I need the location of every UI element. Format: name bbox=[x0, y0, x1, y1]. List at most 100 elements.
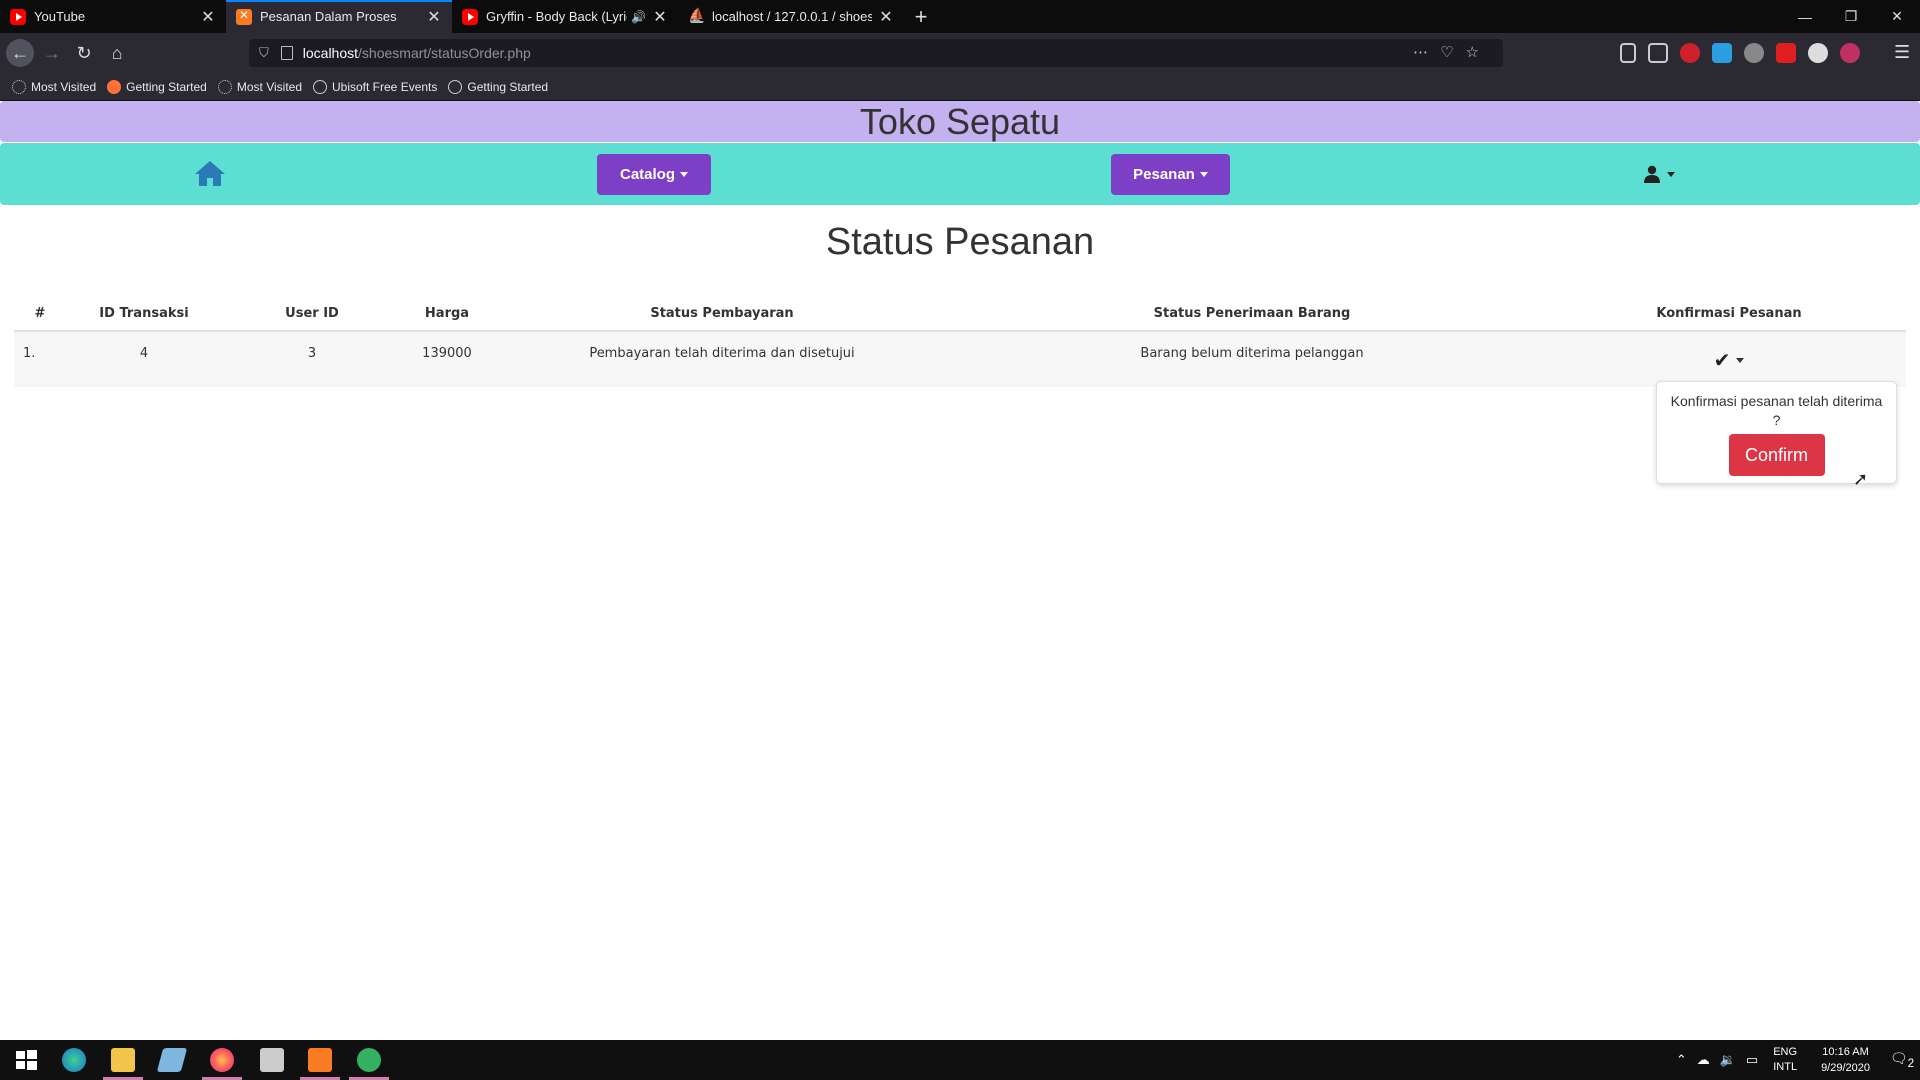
tab-pesanan-dalam-proses[interactable]: Pesanan Dalam Proses ✕ bbox=[226, 0, 452, 33]
bookmark-most-visited[interactable]: Most Visited bbox=[12, 79, 96, 94]
close-icon[interactable]: ✕ bbox=[426, 7, 442, 27]
orders-table: # ID Transaksi User ID Harga Status Pemb… bbox=[14, 297, 1906, 387]
site-navbar: Catalog Pesanan bbox=[0, 143, 1920, 205]
more-icon[interactable]: ⋯ bbox=[1413, 44, 1440, 61]
globe-icon bbox=[448, 79, 463, 94]
bookmark-star-icon[interactable]: ☆ bbox=[1466, 44, 1491, 61]
shield-icon[interactable]: ⛉ bbox=[259, 45, 269, 61]
firefox-icon bbox=[107, 79, 122, 94]
tab-youtube[interactable]: YouTube ✕ bbox=[0, 0, 226, 33]
media-icon[interactable] bbox=[260, 1048, 284, 1072]
extension-person-icon[interactable] bbox=[1808, 43, 1828, 63]
table-row: 1. 4 3 139000 Pembayaran telah diterima … bbox=[14, 331, 1906, 387]
menu-icon[interactable]: ☰ bbox=[1894, 43, 1914, 63]
chevron-up-icon[interactable]: ⌃ bbox=[1676, 1052, 1687, 1068]
notification-icon[interactable]: 🗨2 bbox=[1884, 1050, 1920, 1070]
gear-icon bbox=[12, 79, 26, 94]
caret-down-icon bbox=[1199, 172, 1208, 177]
language-indicator[interactable]: ENG INTL bbox=[1773, 1045, 1797, 1075]
pesanan-label: Pesanan bbox=[1133, 166, 1195, 183]
back-icon[interactable]: ← bbox=[6, 39, 34, 67]
window-controls: — ❐ ✕ bbox=[1782, 0, 1920, 33]
close-icon[interactable]: ✕ bbox=[200, 7, 216, 27]
restore-icon[interactable]: ❐ bbox=[1828, 0, 1874, 33]
user-menu-dropdown[interactable] bbox=[1643, 165, 1675, 183]
catalog-label: Catalog bbox=[619, 166, 675, 183]
cell-no: 1. bbox=[14, 331, 66, 387]
reload-icon[interactable]: ↻ bbox=[70, 39, 98, 67]
gear-icon bbox=[217, 79, 232, 94]
close-icon[interactable]: ✕ bbox=[652, 7, 668, 27]
tab-title: localhost / 127.0.0.1 / shoesmart bbox=[712, 9, 872, 24]
tab-title: Gryffin - Body Back (Lyrics) bbox=[486, 9, 627, 24]
check-icon: ✔ bbox=[1713, 348, 1731, 372]
home-browser-icon[interactable]: ⌂ bbox=[103, 39, 131, 67]
caret-down-icon bbox=[1667, 171, 1675, 177]
toolbar-extensions: ☰ bbox=[1620, 43, 1914, 63]
column-header: # bbox=[14, 297, 66, 332]
catalog-dropdown-button[interactable]: Catalog bbox=[597, 154, 711, 195]
confirm-dropdown-toggle[interactable]: ✔ bbox=[1714, 348, 1745, 372]
cell-konfirmasi: ✔ bbox=[1552, 331, 1906, 387]
column-header: Status Pembayaran bbox=[492, 297, 952, 332]
xampp-taskbar-icon[interactable] bbox=[308, 1048, 332, 1072]
app-icon[interactable] bbox=[357, 1048, 381, 1072]
bookmark-ubisoft[interactable]: Ubisoft Free Events bbox=[313, 79, 437, 94]
column-header: Harga bbox=[402, 297, 492, 332]
system-tray: ⌃ ☁ 🔉 ▭ ENG INTL 10:16 AM 9/29/2020 🗨2 bbox=[1671, 1040, 1920, 1080]
caret-down-icon bbox=[680, 172, 688, 177]
globe-icon bbox=[313, 79, 327, 94]
phpmyadmin-icon bbox=[688, 7, 705, 25]
user-icon bbox=[1644, 165, 1660, 183]
home-icon[interactable] bbox=[194, 159, 226, 187]
browser-tab-bar: YouTube ✕ Pesanan Dalam Proses ✕ Gryffin… bbox=[0, 0, 1920, 33]
tab-title: Pesanan Dalam Proses bbox=[260, 9, 397, 24]
minimize-icon[interactable]: — bbox=[1782, 0, 1828, 33]
url-path: /shoesmart/statusOrder.php bbox=[358, 45, 531, 61]
youtube-extension-icon[interactable] bbox=[1776, 43, 1796, 63]
tab-gryffin[interactable]: Gryffin - Body Back (Lyrics) 🔊 ✕ bbox=[452, 0, 678, 33]
bookmark-most-visited[interactable]: Most Visited bbox=[217, 79, 302, 94]
bookmark-getting-started[interactable]: Getting Started bbox=[448, 79, 548, 94]
confirm-button[interactable]: Confirm bbox=[1728, 434, 1825, 476]
firefox-taskbar-icon[interactable] bbox=[210, 1048, 234, 1072]
volume-icon[interactable]: 🔉 bbox=[1720, 1052, 1736, 1068]
mouse-cursor-icon: ➚ bbox=[1853, 469, 1869, 489]
column-header: Status Penerimaan Barang bbox=[952, 297, 1552, 332]
tab-phpmyadmin[interactable]: localhost / 127.0.0.1 / shoesmart ✕ bbox=[678, 0, 904, 33]
youtube-icon bbox=[462, 8, 478, 25]
clock[interactable]: 10:16 AM 9/29/2020 bbox=[1821, 1044, 1870, 1076]
page-content: Toko Sepatu Catalog Pesanan Status Pesan… bbox=[0, 101, 1920, 1040]
extension-glasses-icon[interactable] bbox=[1840, 43, 1860, 63]
xampp-icon bbox=[236, 8, 252, 25]
caret-down-icon bbox=[1736, 357, 1745, 363]
pocket-icon[interactable]: ♡ bbox=[1440, 44, 1465, 61]
tab-title: YouTube bbox=[34, 9, 86, 24]
speaker-icon[interactable]: 🔊 bbox=[631, 10, 646, 24]
browser-toolbar: ← → ↻ ⌂ ⛉ localhost/shoesmart/statusOrde… bbox=[0, 33, 1920, 73]
library-icon[interactable] bbox=[1620, 43, 1636, 63]
close-window-icon[interactable]: ✕ bbox=[1874, 0, 1920, 33]
forward-icon[interactable]: → bbox=[38, 39, 66, 67]
windows-start-icon[interactable] bbox=[14, 1048, 38, 1072]
adblock-icon[interactable] bbox=[1680, 43, 1700, 63]
url-actions: ⋯♡☆ bbox=[1413, 43, 1491, 61]
new-tab-button[interactable]: + bbox=[904, 0, 938, 33]
sidebar-icon[interactable] bbox=[1648, 43, 1668, 63]
extension-icon[interactable] bbox=[1712, 43, 1732, 63]
cell-id-transaksi: 4 bbox=[66, 331, 222, 387]
bookmark-getting-started[interactable]: Getting Started bbox=[107, 79, 207, 94]
file-explorer-icon[interactable] bbox=[111, 1048, 135, 1072]
notepad-icon[interactable] bbox=[156, 1048, 188, 1072]
network-icon[interactable]: ▭ bbox=[1746, 1052, 1758, 1068]
cell-status-penerimaan: Barang belum diterima pelanggan bbox=[952, 331, 1552, 387]
pesanan-dropdown-button[interactable]: Pesanan bbox=[1111, 154, 1230, 195]
address-bar[interactable]: ⛉ localhost/shoesmart/statusOrder.php ⋯♡… bbox=[249, 39, 1503, 67]
cell-user-id: 3 bbox=[222, 331, 402, 387]
column-header: Konfirmasi Pesanan bbox=[1552, 297, 1906, 332]
edge-icon[interactable] bbox=[62, 1048, 86, 1072]
close-icon[interactable]: ✕ bbox=[878, 7, 894, 27]
cloud-icon[interactable]: ☁ bbox=[1697, 1052, 1710, 1068]
table-header-row: # ID Transaksi User ID Harga Status Pemb… bbox=[14, 297, 1906, 332]
extension-cloud-icon[interactable] bbox=[1744, 43, 1764, 63]
